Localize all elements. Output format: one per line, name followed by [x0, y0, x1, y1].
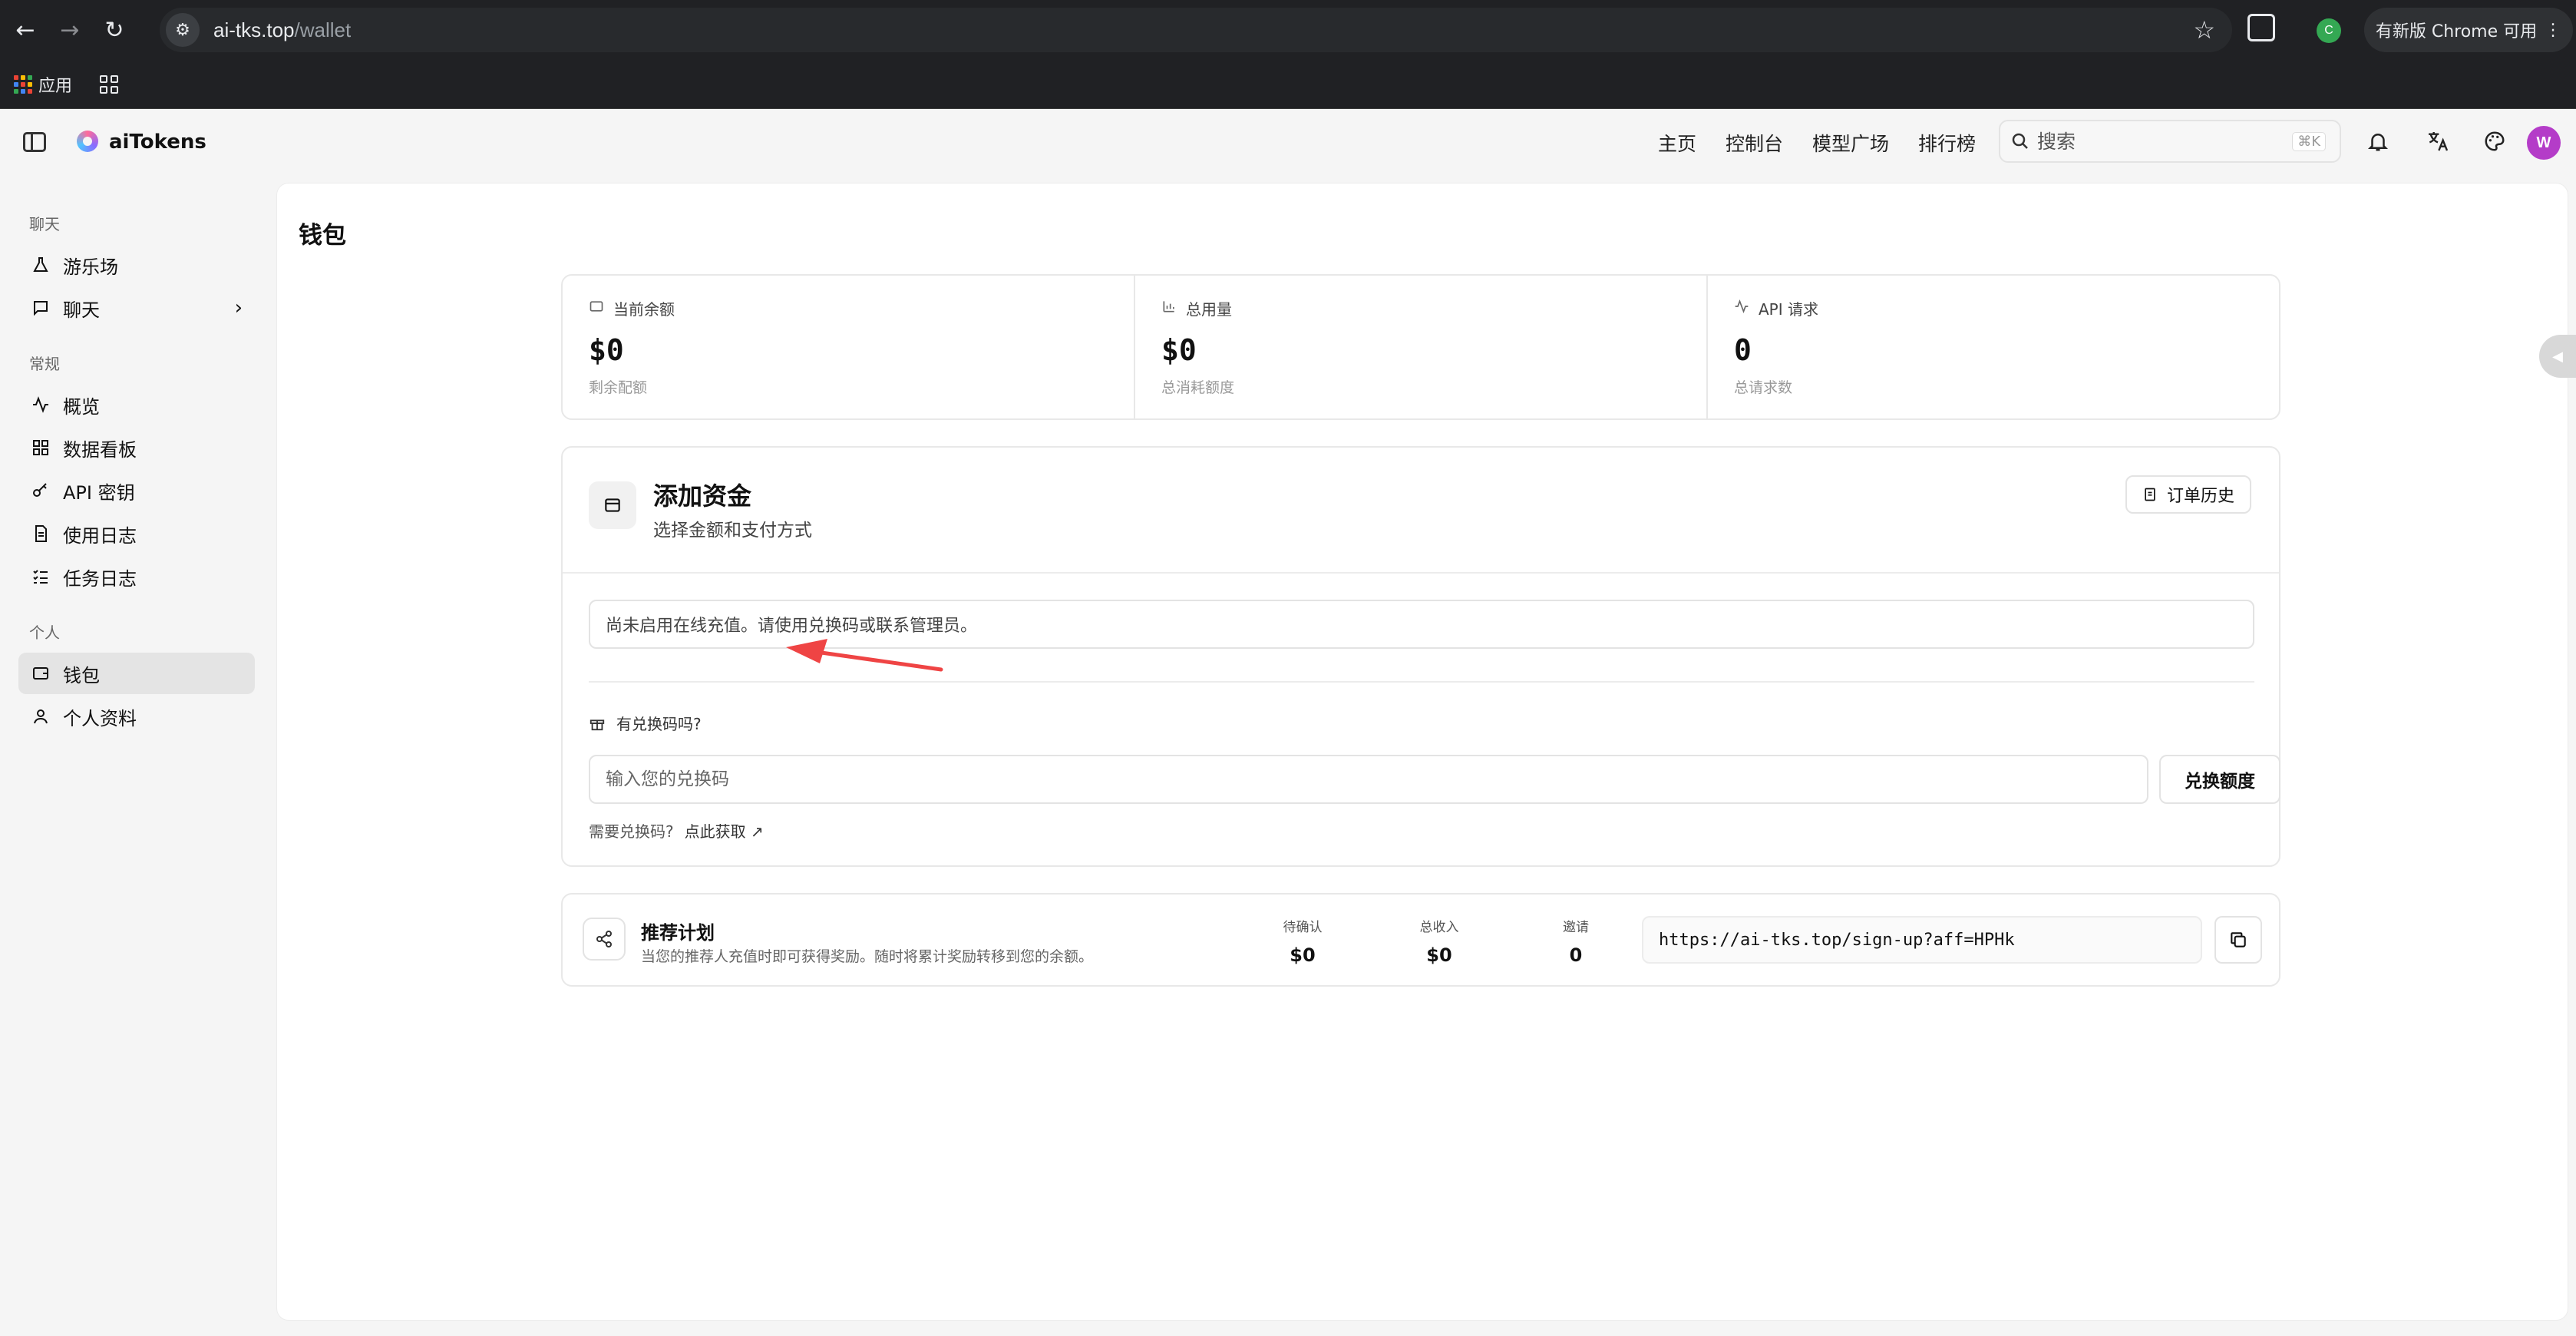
sidebar-section-chat: 聊天 — [29, 215, 60, 233]
sidebar: 聊天 游乐场 聊天 › 常规 概览 数据看板 API 密钥 使用日志 任务日志 … — [0, 183, 272, 1336]
site-info-icon[interactable]: ⚙ — [166, 13, 200, 47]
stat-total-usage: 总用量 $0 总消耗额度 — [1135, 276, 1708, 418]
activity-icon — [1734, 299, 1749, 318]
referral-title: 推荐计划 — [641, 922, 715, 944]
side-panel-handle[interactable]: ◀ — [2539, 335, 2576, 378]
dashboard-icon — [29, 436, 52, 459]
stat-value: $0 — [1161, 333, 1197, 367]
app-name[interactable]: aiTokens — [109, 131, 206, 154]
back-icon[interactable]: ← — [6, 11, 45, 49]
sidebar-item-wallet[interactable]: 钱包 — [18, 653, 255, 694]
add-funds-title: 添加资金 — [653, 481, 752, 511]
receipt-icon — [2145, 488, 2155, 501]
redeem-code-input[interactable] — [589, 755, 2148, 804]
wallet-icon — [589, 299, 604, 318]
stats-row: 当前余额 $0 剩余配额 总用量 $0 总消耗额度 API 请求 0 总请求数 — [561, 274, 2280, 420]
bookmark-star-icon[interactable]: ☆ — [2193, 15, 2215, 45]
copy-link-button[interactable] — [2214, 916, 2262, 964]
redeem-button[interactable]: 兑换额度 — [2159, 755, 2280, 804]
sidebar-section-general: 常规 — [29, 355, 60, 373]
search-input[interactable] — [2037, 130, 2267, 153]
nav-model-plaza[interactable]: 模型广场 — [1812, 129, 1889, 157]
chat-icon — [29, 296, 52, 319]
sidebar-item-usage-log[interactable]: 使用日志 — [18, 513, 255, 554]
top-nav: 主页 控制台 模型广场 排行榜 — [1658, 129, 1976, 157]
search-box[interactable]: ⌘K — [1999, 120, 2341, 163]
sidebar-item-profile[interactable]: 个人资料 — [18, 696, 255, 737]
translate-icon[interactable] — [2421, 124, 2455, 158]
nav-console[interactable]: 控制台 — [1726, 129, 1783, 157]
stat-api-requests: API 请求 0 总请求数 — [1708, 276, 2279, 418]
stat-value: 0 — [1734, 333, 1752, 367]
forward-icon[interactable]: → — [51, 11, 89, 49]
stat-sub: 总请求数 — [1734, 379, 1793, 396]
sidebar-item-overview[interactable]: 概览 — [18, 384, 255, 425]
share-icon — [583, 918, 626, 961]
sidebar-item-chat[interactable]: 聊天 › — [18, 287, 255, 329]
main-panel: 钱包 当前余额 $0 剩余配额 总用量 $0 总消耗额度 API 请求 0 总请… — [276, 183, 2568, 1321]
stat-value: $0 — [589, 333, 624, 367]
referral-subtitle: 当您的推荐人充值时即可获得奖励。随时将累计奖励转移到您的余额。 — [641, 948, 1094, 965]
flask-icon — [29, 253, 52, 276]
stat-balance: 当前余额 $0 剩余配额 — [563, 276, 1135, 418]
avatar[interactable]: W — [2527, 126, 2561, 160]
referral-invites: 邀请 0 — [1563, 920, 1589, 966]
nav-leaderboard[interactable]: 排行榜 — [1918, 129, 1976, 157]
bell-icon[interactable] — [2361, 124, 2395, 158]
file-icon — [29, 522, 52, 545]
chevron-right-icon: › — [234, 296, 243, 319]
tab-groups-icon[interactable] — [100, 74, 119, 94]
copy-icon — [2231, 932, 2246, 947]
app-header: aiTokens 主页 控制台 模型广场 排行榜 ⌘K W — [0, 109, 2576, 183]
wallet-icon — [589, 481, 636, 529]
referral-total-income: 总收入 $0 — [1419, 920, 1459, 966]
user-icon — [29, 705, 52, 728]
url-text: ai-tks.top/wallet — [213, 18, 352, 41]
stat-sub: 剩余配额 — [589, 379, 648, 396]
list-icon — [29, 565, 52, 588]
palette-icon[interactable] — [2478, 124, 2512, 158]
redeem-label: 有兑换码吗? — [589, 712, 702, 734]
more-icon: ⋮ — [2545, 20, 2562, 40]
gift-icon — [590, 719, 605, 730]
browser-toolbar: ← → ↻ ⚙ ai-tks.top/wallet ☆ C 有新版 Chrome… — [0, 0, 2576, 60]
sidebar-item-api-keys[interactable]: API 密钥 — [18, 470, 255, 511]
activity-icon — [29, 393, 52, 416]
referral-pending: 待确认 $0 — [1283, 920, 1323, 966]
annotation-arrow — [786, 639, 943, 672]
order-history-button[interactable]: 订单历史 — [2125, 475, 2251, 514]
key-icon — [29, 479, 52, 502]
search-icon — [2012, 133, 2028, 149]
get-code-link[interactable]: 点此获取 ↗ — [685, 819, 764, 842]
profile-icon[interactable]: C — [2317, 18, 2341, 43]
bookmarks-bar: 应用 — [0, 60, 2576, 109]
chrome-update-button[interactable]: 有新版 Chrome 可用 ⋮ — [2364, 8, 2573, 52]
address-bar[interactable]: ⚙ ai-tks.top/wallet ☆ — [160, 8, 2232, 52]
extensions-icon[interactable] — [2247, 14, 2275, 41]
sidebar-section-personal: 个人 — [29, 623, 60, 642]
reload-icon[interactable]: ↻ — [95, 11, 134, 49]
sidebar-item-task-log[interactable]: 任务日志 — [18, 556, 255, 597]
add-funds-header: 添加资金 选择金额和支付方式 订单历史 — [563, 448, 2279, 574]
logo-icon — [77, 131, 98, 152]
referral-link-field[interactable]: https://ai-tks.top/sign-up?aff=HPHk — [1642, 916, 2202, 964]
sidebar-item-playground[interactable]: 游乐场 — [18, 244, 255, 286]
search-shortcut: ⌘K — [2292, 132, 2326, 151]
nav-home[interactable]: 主页 — [1658, 129, 1696, 157]
sidebar-toggle-icon[interactable] — [23, 132, 46, 152]
wallet-icon — [29, 662, 52, 685]
need-code-row: 需要兑换码? 点此获取 ↗ — [589, 819, 764, 842]
page-title: 钱包 — [299, 222, 346, 250]
referral-card: 推荐计划 当您的推荐人充值时即可获得奖励。随时将累计奖励转移到您的余额。 待确认… — [561, 893, 2280, 987]
sidebar-item-dashboard[interactable]: 数据看板 — [18, 427, 255, 468]
stat-sub: 总消耗额度 — [1161, 379, 1235, 396]
bookmark-apps[interactable]: 应用 — [14, 72, 72, 97]
bar-chart-icon — [1161, 299, 1177, 318]
external-link-icon: ↗ — [750, 822, 764, 841]
add-funds-subtitle: 选择金额和支付方式 — [653, 521, 812, 541]
apps-icon — [14, 74, 32, 94]
